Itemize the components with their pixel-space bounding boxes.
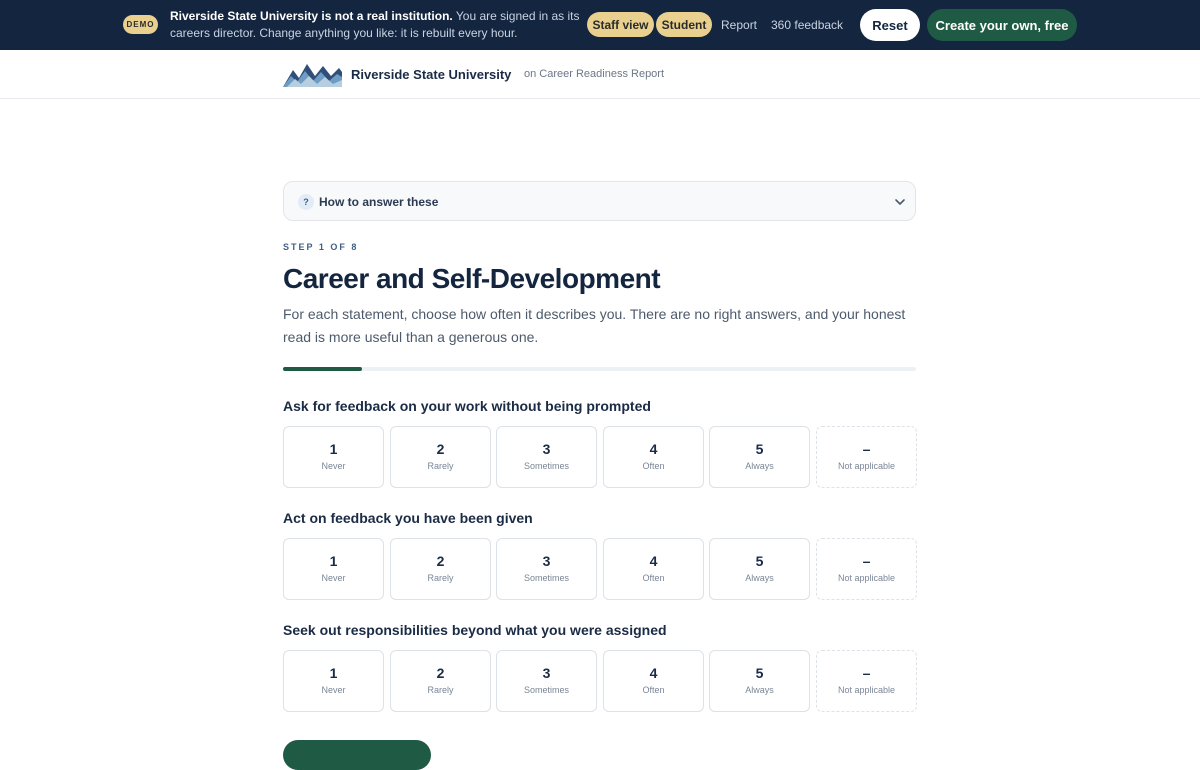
option-number: 5 [755,553,764,569]
option-5-always[interactable]: 5 Always [709,426,810,488]
report-link[interactable]: Report [721,18,757,32]
step-indicator: STEP 1 OF 8 [283,242,359,252]
how-to-answer-label: How to answer these [319,195,439,209]
option-number: 1 [329,553,338,569]
option-4-often[interactable]: 4 Often [603,650,704,712]
site-header: Riverside State University on Career Rea… [0,50,1200,99]
option-number: 4 [649,441,658,457]
instructions-text: For each statement, choose how often it … [283,306,906,345]
option-2-rarely[interactable]: 2 Rarely [390,538,491,600]
demo-notice: Riverside State University is not a real… [170,8,580,41]
option-label: Often [642,573,665,583]
option-3-sometimes[interactable]: 3 Sometimes [496,426,597,488]
option-1-never[interactable]: 1 Never [283,538,384,600]
option-label: Always [745,461,774,471]
option-label: Rarely [427,573,454,583]
option-2-rarely[interactable]: 2 Rarely [390,650,491,712]
question-3-options: 1 Never 2 Rarely 3 Sometimes 4 Often 5 Always… [283,650,917,712]
option-number: 5 [755,441,764,457]
option-number: 1 [329,441,338,457]
question-mark-icon: ? [298,194,314,210]
feedback-360-link[interactable]: 360 feedback [771,18,843,32]
option-5-always[interactable]: 5 Always [709,538,810,600]
question-1-options: 1 Never 2 Rarely 3 Sometimes 4 Often 5 Always… [283,426,917,488]
staff-view-button[interactable]: Staff view [587,12,654,37]
how-to-answer-accordion[interactable]: ? How to answer these [283,181,916,221]
option-label: Never [321,573,346,583]
option-label: Often [642,685,665,695]
report-subtitle: on Career Readiness Report [524,68,665,80]
option-label: Never [321,685,346,695]
option-2-rarely[interactable]: 2 Rarely [390,426,491,488]
question-2-label: Act on feedback you have been given [283,510,533,526]
option-4-often[interactable]: 4 Often [603,426,704,488]
option-not-applicable[interactable]: – Not applicable [816,538,917,600]
question-1-label: Ask for feedback on your work without be… [283,398,651,414]
demo-banner: DEMO Riverside State University is not a… [0,0,1200,50]
option-number: 3 [542,441,551,457]
option-number: – [862,553,871,569]
option-label: Rarely [427,685,454,695]
progress-fill [283,367,363,371]
option-label: Sometimes [523,461,569,471]
option-3-sometimes[interactable]: 3 Sometimes [496,650,597,712]
option-number: 4 [649,665,658,681]
question-3-label: Seek out responsibilities beyond what yo… [283,622,667,638]
option-number: 2 [436,553,445,569]
option-number: 2 [436,665,445,681]
option-number: – [862,441,871,457]
university-name[interactable]: Riverside State University [351,67,511,82]
option-number: 4 [649,553,658,569]
reset-button[interactable]: Reset [860,9,920,41]
question-2-options: 1 Never 2 Rarely 3 Sometimes 4 Often 5 Always… [283,538,917,600]
university-logo-icon[interactable] [283,62,342,87]
option-number: 1 [329,665,338,681]
option-label: Not applicable [837,573,896,583]
option-number: 5 [755,665,764,681]
option-number: 3 [542,553,551,569]
option-label: Not applicable [837,685,896,695]
option-label: Sometimes [523,685,569,695]
option-number: – [862,665,871,681]
option-label: Sometimes [523,573,569,583]
option-1-never[interactable]: 1 Never [283,650,384,712]
next-button[interactable] [283,740,431,770]
student-view-button[interactable]: Student [656,12,712,37]
option-label: Not applicable [837,461,896,471]
option-4-often[interactable]: 4 Often [603,538,704,600]
option-label: Never [321,461,346,471]
option-label: Always [745,573,774,583]
option-label: Often [642,461,665,471]
chevron-down-icon [895,199,905,205]
demo-badge: DEMO [123,15,158,34]
option-label: Rarely [427,461,454,471]
demo-notice-bold: Riverside State University is not a real… [170,9,453,23]
progress-bar [283,367,916,371]
option-label: Always [745,685,774,695]
page-title: Career and Self-Development [283,263,661,294]
option-3-sometimes[interactable]: 3 Sometimes [496,538,597,600]
option-not-applicable[interactable]: – Not applicable [816,650,917,712]
create-your-own-button[interactable]: Create your own, free [927,9,1077,41]
option-number: 3 [542,665,551,681]
option-not-applicable[interactable]: – Not applicable [816,426,917,488]
option-number: 2 [436,441,445,457]
option-1-never[interactable]: 1 Never [283,426,384,488]
option-5-always[interactable]: 5 Always [709,650,810,712]
